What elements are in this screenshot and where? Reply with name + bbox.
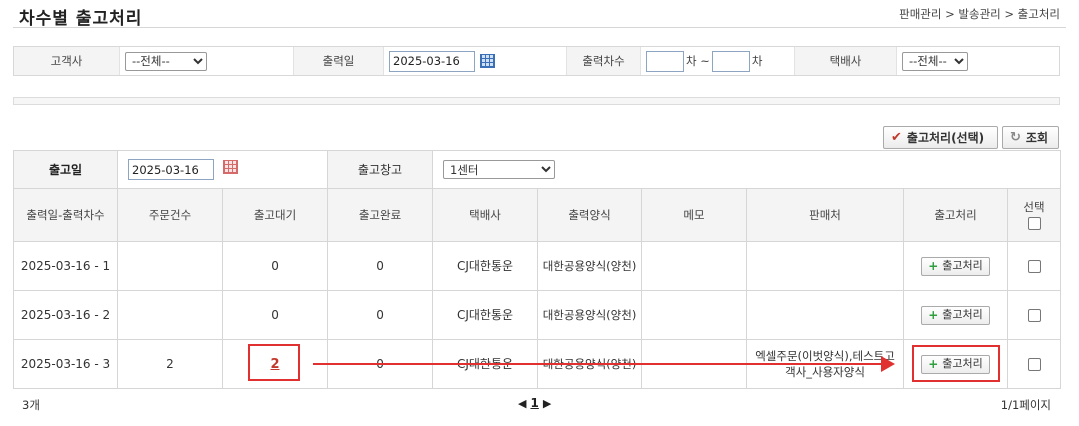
print-date-input[interactable] — [389, 50, 475, 72]
cell-orders — [117, 290, 223, 340]
ship-settings-row: 출고일 출고창고 1센터 — [13, 150, 1062, 189]
cell-seller — [746, 290, 905, 340]
round-to-input[interactable] — [711, 50, 750, 72]
warehouse-cell: 1센터 — [432, 150, 1062, 189]
cell-orders — [117, 241, 223, 291]
warehouse-select[interactable]: 1센터 — [443, 160, 556, 179]
cell-waiting: 2 — [221, 339, 329, 389]
col-select: 선택 — [1007, 188, 1062, 242]
ship-button[interactable]: + 출고처리 — [921, 354, 990, 374]
row-checkbox[interactable] — [1027, 260, 1041, 273]
round-from-input[interactable] — [646, 50, 684, 72]
cell-round: 2025-03-16 - 1 — [13, 241, 118, 291]
print-date-cell — [384, 47, 567, 75]
ship-date-cell — [116, 150, 329, 189]
refresh-icon: ↻ — [1010, 130, 1021, 145]
plus-icon: + — [928, 259, 939, 273]
prev-page-icon[interactable]: ◀ — [518, 397, 526, 410]
print-date-label: 출력일 — [294, 47, 384, 75]
customer-cell: --전체-- — [120, 47, 294, 75]
cell-round: 2025-03-16 - 3 — [13, 339, 118, 389]
breadcrumb: 판매관리 > 발송관리 > 출고처리 — [899, 7, 1060, 21]
print-round-cell: 차 ~ 차 — [641, 47, 795, 75]
cell-seller — [746, 241, 905, 291]
col-ship-action: 출고처리 — [903, 188, 1009, 242]
waiting-count-link[interactable]: 2 — [270, 357, 279, 372]
row-checkbox[interactable] — [1027, 358, 1041, 371]
filter-bar: 고객사 --전체-- 출력일 출력차수 차 ~ 차 택배사 --전체-- — [13, 46, 1060, 76]
row-checkbox[interactable] — [1027, 309, 1041, 322]
plus-icon: + — [928, 357, 939, 371]
cell-memo — [641, 290, 748, 340]
courier-select[interactable]: --전체-- — [902, 51, 968, 71]
col-print-round: 출력일-출력차수 — [13, 188, 118, 242]
customer-label: 고객사 — [14, 47, 120, 75]
col-form: 출력양식 — [537, 188, 643, 242]
cell-orders: 2 — [117, 339, 223, 389]
courier-cell: --전체-- — [897, 47, 1059, 75]
table-header: 출력일-출력차수 주문건수 출고대기 출고완료 택배사 출력양식 메모 판매처 … — [13, 188, 1062, 242]
cell-action: + 출고처리 — [903, 339, 1009, 389]
cell-action: + 출고처리 — [903, 290, 1009, 340]
col-orders: 주문건수 — [117, 188, 223, 242]
table-row: 2025-03-16 - 2 0 0 CJ대한통운 대한공용양식(양천) + 출고… — [13, 290, 1062, 340]
cell-form: 대한공용양식(양천) — [537, 290, 643, 340]
check-icon: ✔ — [891, 130, 902, 145]
courier-label: 택배사 — [795, 47, 897, 75]
page-header: 차수별 출고처리 판매관리 > 발송관리 > 출고처리 — [13, 0, 1066, 29]
table-row: 2025-03-16 - 1 0 0 CJ대한통운 대한공용양식(양천) + 출고… — [13, 241, 1062, 291]
cell-waiting: 0 — [221, 290, 329, 340]
cell-waiting: 0 — [221, 241, 329, 291]
warehouse-label: 출고창고 — [327, 150, 434, 189]
col-done: 출고완료 — [327, 188, 434, 242]
cell-select — [1007, 241, 1062, 291]
ship-button[interactable]: + 출고처리 — [921, 256, 990, 276]
col-seller: 판매처 — [746, 188, 905, 242]
search-button[interactable]: ↻ 조회 — [1002, 126, 1059, 149]
cell-done: 0 — [327, 241, 434, 291]
col-courier: 택배사 — [432, 188, 539, 242]
ship-date-label: 출고일 — [13, 150, 118, 189]
cell-memo — [641, 241, 748, 291]
cell-form: 대한공용양식(양천) — [537, 241, 643, 291]
cell-courier: CJ대한통운 — [432, 290, 539, 340]
ship-selected-button[interactable]: ✔ 출고처리(선택) — [883, 126, 998, 149]
cell-select — [1007, 339, 1062, 389]
row-count: 3개 — [22, 398, 40, 412]
cell-action: + 출고처리 — [903, 241, 1009, 291]
cell-round: 2025-03-16 - 2 — [13, 290, 118, 340]
round-separator: 차 ~ — [686, 54, 710, 68]
round-suffix: 차 — [751, 54, 763, 68]
print-round-label: 출력차수 — [567, 47, 641, 75]
page-info: 1/1페이지 — [1000, 398, 1051, 412]
annotation-arrow — [313, 356, 895, 372]
col-waiting: 출고대기 — [221, 188, 329, 242]
cell-select — [1007, 290, 1062, 340]
cell-done: 0 — [327, 290, 434, 340]
pagination: ◀ 1 ▶ — [518, 396, 551, 410]
next-page-icon[interactable]: ▶ — [543, 397, 551, 410]
page-link[interactable]: 1 — [530, 396, 538, 410]
ship-date-input[interactable] — [128, 159, 214, 180]
ship-button[interactable]: + 출고처리 — [921, 305, 990, 325]
shipment-table: 출고일 출고창고 1센터 출력일-출력차수 주문건수 출고대기 출고완료 택배사… — [13, 150, 1062, 389]
customer-select[interactable]: --전체-- — [125, 51, 207, 71]
col-memo: 메모 — [641, 188, 748, 242]
plus-icon: + — [928, 308, 939, 322]
calendar-icon[interactable] — [222, 159, 238, 174]
select-all-checkbox[interactable] — [1027, 217, 1041, 230]
page-title: 차수별 출고처리 — [19, 9, 143, 29]
calendar-icon[interactable] — [480, 54, 495, 68]
cell-courier: CJ대한통운 — [432, 241, 539, 291]
divider-bar — [13, 97, 1060, 105]
